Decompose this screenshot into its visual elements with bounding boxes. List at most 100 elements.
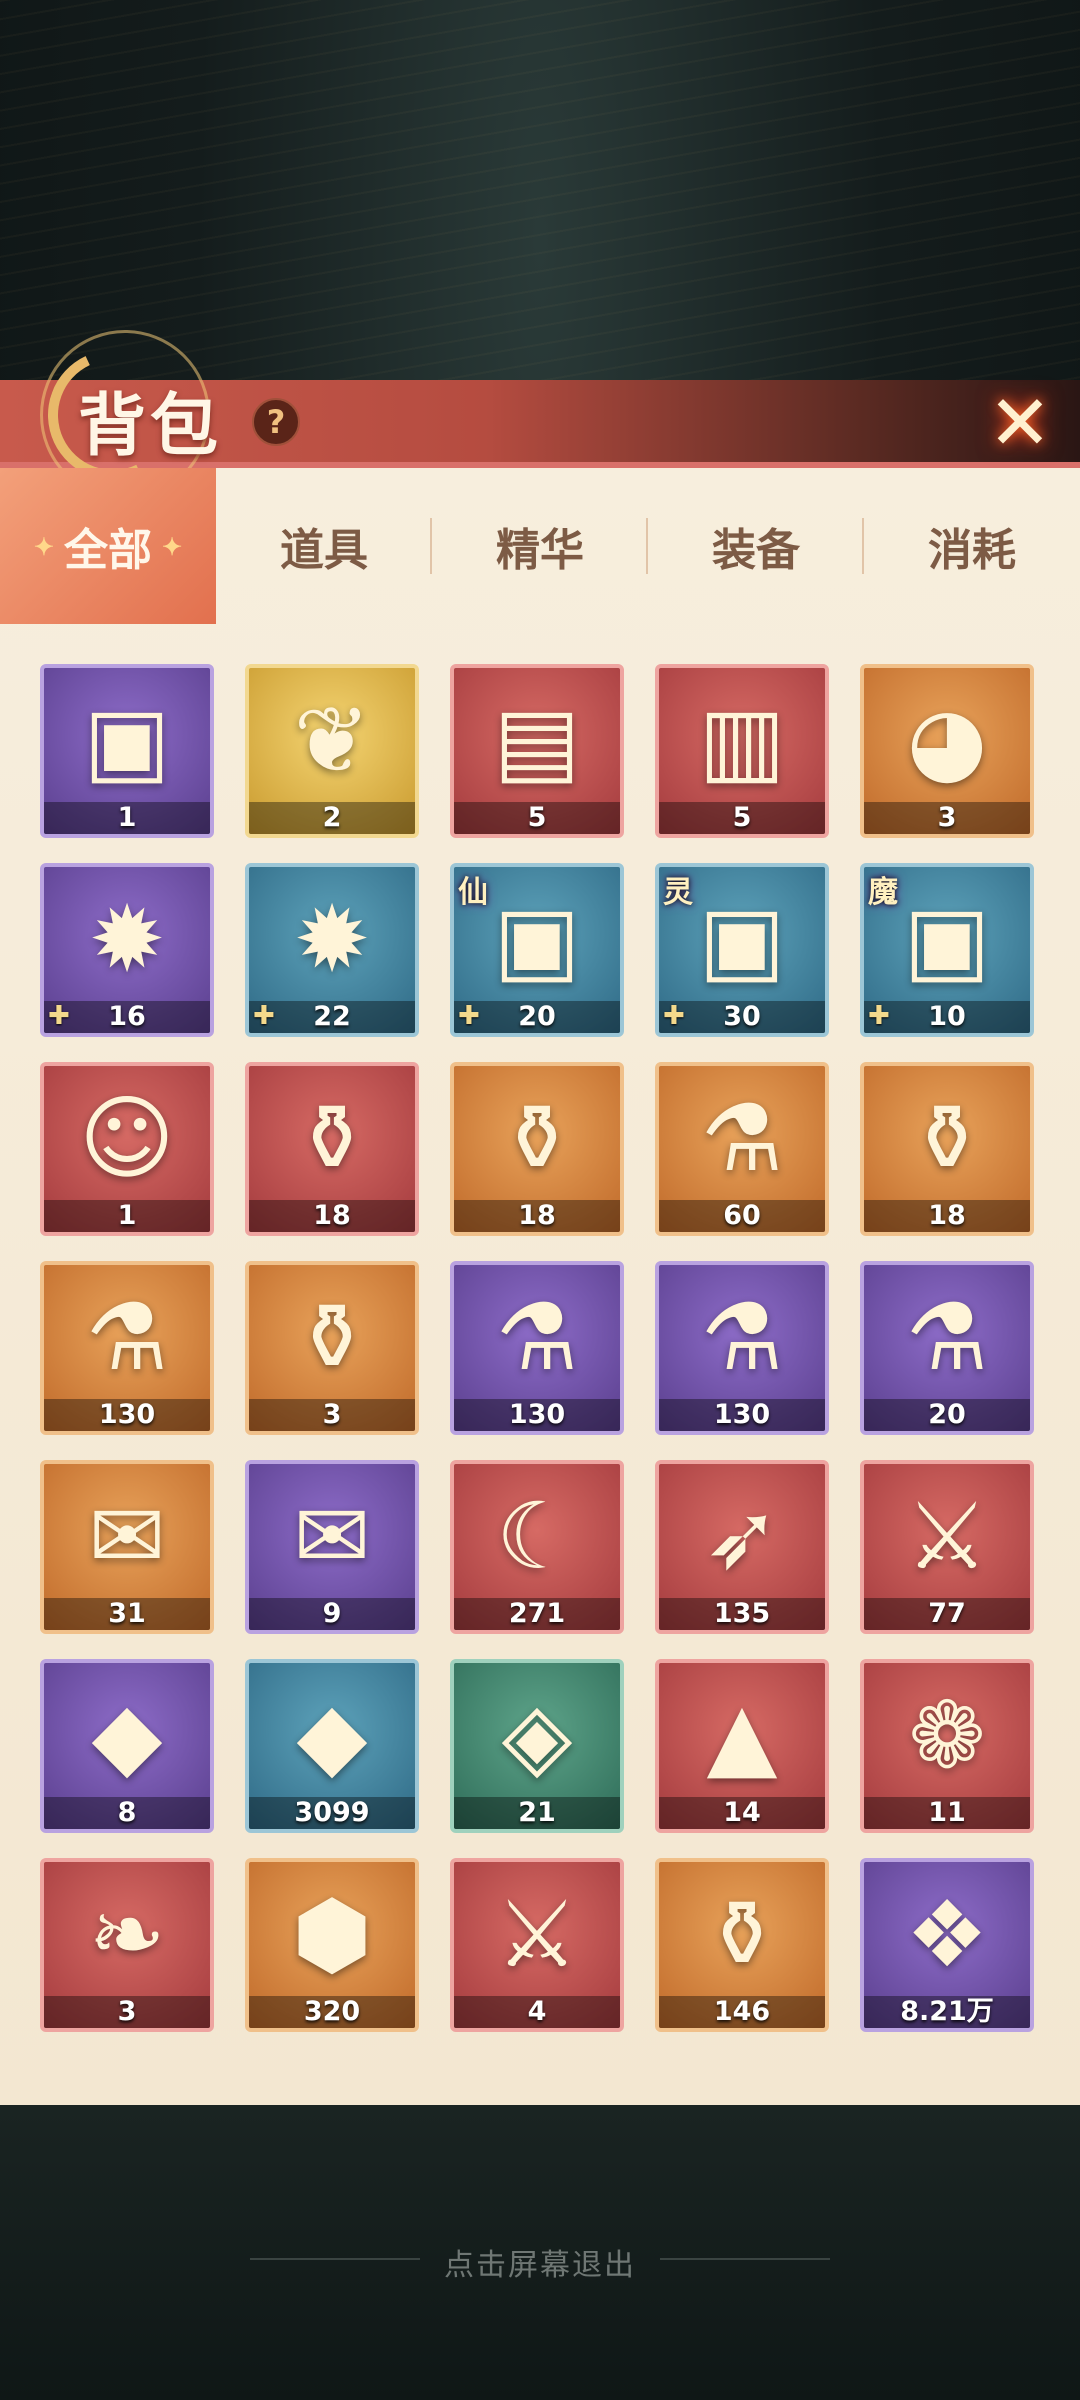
inventory-slot[interactable]: ⚱ 146 (655, 1858, 829, 2032)
item-count: 18 (928, 1200, 966, 1231)
item-count: 130 (713, 1399, 771, 1430)
background-pattern (0, 0, 1080, 380)
tab-label: 全部 (64, 525, 152, 576)
gold-potion-icon: ⚱ (908, 1085, 986, 1193)
item-tag: 仙 (458, 875, 488, 910)
item-count: 146 (713, 1996, 771, 2027)
item-count: 77 (928, 1598, 966, 1629)
tab-label: 精华 (496, 525, 584, 576)
inventory-slot[interactable]: ⚱ 3 (245, 1261, 419, 1435)
item-count: 20 (928, 1399, 966, 1430)
inventory-slot[interactable]: ▲ 14 (655, 1659, 829, 1833)
demon-chest-icon: ▣ (903, 886, 991, 994)
jade-vase-icon: ⚱ (703, 1881, 781, 1989)
item-count: 21 (518, 1797, 556, 1828)
tab-all[interactable]: 全部 (0, 468, 216, 624)
inventory-slot[interactable]: ⚗ 130 (655, 1261, 829, 1435)
card-box-icon: ▥ (698, 687, 786, 795)
exit-hint[interactable]: 点击屏幕退出 (0, 2240, 1080, 2284)
inventory-slot[interactable]: ⚔ 4 (450, 1858, 624, 2032)
close-icon[interactable]: ✕ (975, 378, 1065, 468)
inventory-slot[interactable]: ❖ 8.21万 (860, 1858, 1034, 2032)
blue-flame-icon: ✹ (293, 886, 371, 994)
inventory-panel: 全部 道具 精华 装备 消耗 ▣1❦2▤5▥5◕3✹✚16✹✚22▣仙✚20▣灵… (0, 468, 1080, 2105)
tab-bar: 全部 道具 精华 装备 消耗 (0, 468, 1080, 624)
item-count: 16 (108, 1001, 146, 1032)
tab-essence[interactable]: 精华 (432, 468, 648, 624)
item-count: 5 (732, 802, 752, 833)
gold-scroll-icon: ✉ (88, 1483, 166, 1591)
tab-equipment[interactable]: 装备 (648, 468, 864, 624)
item-count: 3 (937, 802, 957, 833)
inventory-slot[interactable]: ➶ 135 (655, 1460, 829, 1634)
inventory-slot[interactable]: ✹ ✚ 22 (245, 863, 419, 1037)
tab-props[interactable]: 道具 (216, 468, 432, 624)
green-flask-icon: ⚗ (85, 1284, 169, 1392)
inventory-slot[interactable]: ☺ 1 (40, 1062, 214, 1236)
red-flask-icon: ⚗ (905, 1284, 989, 1392)
pouch-icon: ◕ (906, 687, 988, 795)
item-count: 11 (928, 1797, 966, 1828)
amber-flask-icon: ⚗ (700, 1284, 784, 1392)
inventory-slot[interactable]: ✉ 31 (40, 1460, 214, 1634)
inventory-slot[interactable]: ❁ 11 (860, 1659, 1034, 1833)
tab-label: 装备 (712, 525, 800, 576)
inventory-slot[interactable]: ⚔ 77 (860, 1460, 1034, 1634)
inventory-slot[interactable]: ▤ 5 (450, 664, 624, 838)
item-count: 3099 (294, 1797, 370, 1828)
inventory-slot[interactable]: ◆ 8 (40, 1659, 214, 1833)
inventory-slot[interactable]: ✹ ✚ 16 (40, 863, 214, 1037)
inventory-slot[interactable]: ⚗ 60 (655, 1062, 829, 1236)
inventory-slot[interactable]: ▣ 灵 ✚ 30 (655, 863, 829, 1037)
item-count: 135 (713, 1598, 771, 1629)
inventory-slot[interactable]: ☾ 271 (450, 1460, 624, 1634)
item-count: 2 (322, 802, 342, 833)
item-count: 22 (313, 1001, 351, 1032)
item-count: 31 (108, 1598, 146, 1629)
purple-flame-icon: ✹ (88, 886, 166, 994)
item-count: 4 (527, 1996, 547, 2027)
item-count: 20 (518, 1001, 556, 1032)
treasure-chest-icon: ▣ (83, 687, 171, 795)
card-pack-icon: ▤ (493, 687, 581, 795)
item-count: 30 (723, 1001, 761, 1032)
item-count: 18 (313, 1200, 351, 1231)
portrait-card-icon: ☺ (79, 1085, 175, 1193)
inventory-slot[interactable]: ❧ 3 (40, 1858, 214, 2032)
green-potion-icon: ⚱ (293, 1085, 371, 1193)
inventory-slot[interactable]: ◕ 3 (860, 664, 1034, 838)
wings-icon: ❦ (293, 687, 371, 795)
item-count: 9 (322, 1598, 342, 1629)
inventory-slot[interactable]: ❦ 2 (245, 664, 419, 838)
item-count: 130 (98, 1399, 156, 1430)
tab-label: 道具 (280, 525, 368, 576)
item-count: 14 (723, 1797, 761, 1828)
item-grid: ▣ 1 ❦ 2 ▤ 5 ▥ 5 ◕ 3 ✹ ✚ 16 ✹ ✚ 22 ▣ 仙 ✚ 20 ▣ 灵 ✚ 30 ▣ 魔 ✚ 10 ☺ 1 ⚱ 18 ⚱ 1… (40, 664, 1034, 2032)
inventory-slot[interactable]: ▣ 仙 ✚ 20 (450, 863, 624, 1037)
inventory-slot[interactable]: ⚱ 18 (450, 1062, 624, 1236)
tab-consumables[interactable]: 消耗 (864, 468, 1080, 624)
inventory-slot[interactable]: ⚗ 20 (860, 1261, 1034, 1435)
item-count: 60 (723, 1200, 761, 1231)
inventory-slot[interactable]: ▥ 5 (655, 664, 829, 838)
help-icon[interactable]: ? (252, 398, 300, 446)
inventory-slot[interactable]: ⚱ 18 (245, 1062, 419, 1236)
item-count: 1 (117, 802, 137, 833)
inventory-slot[interactable]: ⬢ 320 (245, 1858, 419, 2032)
feather-icon: ❧ (88, 1881, 166, 1989)
inventory-slot[interactable]: ⚗ 130 (40, 1261, 214, 1435)
banner-icon: ⚔ (495, 1881, 579, 1989)
inventory-slot[interactable]: ✉ 9 (245, 1460, 419, 1634)
inventory-slot[interactable]: ▣ 1 (40, 664, 214, 838)
item-tag: 魔 (868, 875, 898, 910)
tab-label: 消耗 (928, 525, 1016, 576)
spirit-chest-icon: ▣ (698, 886, 786, 994)
inventory-slot[interactable]: ⚱ 18 (860, 1062, 1034, 1236)
inventory-slot[interactable]: ◈ 21 (450, 1659, 624, 1833)
inventory-slot[interactable]: ▣ 魔 ✚ 10 (860, 863, 1034, 1037)
dagger-icon: ⚔ (905, 1483, 989, 1591)
inventory-slot[interactable]: ◆ 3099 (245, 1659, 419, 1833)
spear-icon: ➶ (703, 1483, 781, 1591)
inventory-slot[interactable]: ⚗ 130 (450, 1261, 624, 1435)
gold-ingot-icon: ⬢ (291, 1881, 373, 1989)
